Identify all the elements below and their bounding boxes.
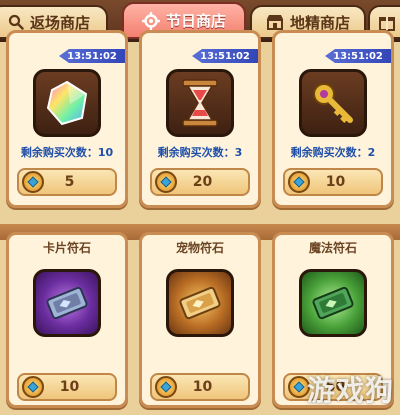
settings-gear-icon [141,11,160,30]
rune-coin-icon [155,376,177,398]
item-card-hourglass[interactable]: 13:51:02 剩余购买次数：3 20 [139,30,261,208]
price-button[interactable]: 10 [150,373,250,401]
item-card-golden-key[interactable]: 13:51:02 剩余购买次数：2 10 [272,30,394,208]
item-name: 卡片符石 [42,241,91,255]
timer-badge: 13:51:02 [325,49,391,63]
tab-label: 节日商店 [165,12,226,30]
rune-coin-icon [288,171,310,193]
remaining-purchases: 剩余购买次数：10 [20,146,114,159]
remaining-purchases: 剩余购买次数：3 [157,146,243,159]
price-value: 10 [192,379,213,395]
price-value: 10 [325,174,346,190]
rune-coin-icon [155,171,177,193]
item-name: 宠物符石 [175,241,224,255]
price-button[interactable]: 5 [17,168,117,196]
rune-coin-icon [22,376,44,398]
price-value: 5 [64,174,75,190]
pet-runestone-icon [166,269,234,337]
rainbow-crystal-icon [33,69,101,137]
item-card-pet-runestone[interactable]: 宠物符石 10 [139,232,261,408]
item-name: 魔法符石 [308,241,357,255]
gift-icon [378,13,396,31]
shop-icon [266,14,284,30]
card-runestone-icon [33,269,101,337]
search-icon [8,14,24,30]
hourglass-icon [166,69,234,137]
item-grid: 13:51:02 剩余购买次数：10 5 13:51:02 剩余购买次数：3 2… [0,30,400,415]
golden-key-icon [299,69,367,137]
item-card-card-runestone[interactable]: 卡片符石 10 [6,232,128,408]
watermark-logo: 游戏狗 [306,374,394,407]
price-button[interactable]: 20 [150,168,250,196]
item-card-rainbow-crystal[interactable]: 13:51:02 剩余购买次数：10 5 [6,30,128,208]
remaining-purchases: 剩余购买次数：2 [290,146,376,159]
timer-badge: 13:51:02 [192,49,258,63]
rune-coin-icon [22,171,44,193]
price-value: 20 [192,174,213,190]
price-button[interactable]: 10 [17,373,117,401]
price-value: 10 [59,379,80,395]
magic-runestone-icon [299,269,367,337]
timer-badge: 13:51:02 [59,49,125,63]
price-button[interactable]: 10 [283,168,383,196]
